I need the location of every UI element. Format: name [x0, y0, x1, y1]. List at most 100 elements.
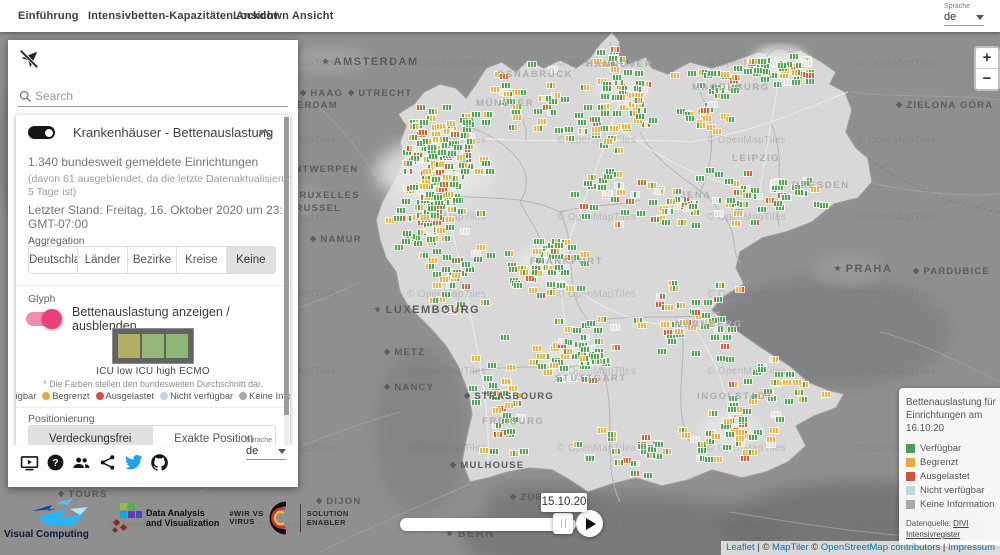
- hospital-marker[interactable]: [451, 258, 460, 263]
- hospital-marker[interactable]: [805, 72, 814, 78]
- hospital-marker[interactable]: [740, 202, 749, 208]
- hospital-marker[interactable]: [677, 108, 686, 114]
- hospital-marker[interactable]: [433, 194, 442, 200]
- hospital-marker[interactable]: [433, 282, 442, 288]
- hospital-marker[interactable]: [580, 203, 589, 209]
- video-tutorial-icon[interactable]: [20, 453, 39, 472]
- hospital-marker[interactable]: [637, 180, 646, 185]
- search-input[interactable]: [33, 88, 277, 104]
- hospital-marker[interactable]: [462, 261, 471, 267]
- hospital-marker[interactable]: [457, 154, 466, 160]
- hospital-marker[interactable]: [451, 132, 460, 138]
- hospital-marker[interactable]: [611, 196, 620, 202]
- hospital-marker[interactable]: [414, 241, 423, 247]
- hospital-marker[interactable]: [606, 168, 615, 174]
- hospital-marker[interactable]: [805, 79, 814, 85]
- hospital-marker[interactable]: [600, 110, 609, 116]
- hospital-marker[interactable]: [409, 124, 418, 130]
- hospital-marker[interactable]: [420, 252, 429, 258]
- hospital-marker[interactable]: [757, 367, 766, 373]
- hospital-marker[interactable]: [437, 296, 446, 302]
- hospital-marker[interactable]: [591, 126, 600, 132]
- hospital-marker[interactable]: [402, 238, 411, 244]
- hospital-marker[interactable]: [433, 219, 442, 225]
- hospital-marker[interactable]: [653, 454, 662, 460]
- hospital-marker[interactable]: [490, 448, 498, 454]
- hospital-marker[interactable]: [520, 449, 529, 455]
- hospital-marker[interactable]: [600, 126, 609, 132]
- hospital-marker[interactable]: [561, 269, 570, 275]
- hospital-marker[interactable]: [736, 429, 745, 435]
- hospital-marker[interactable]: [581, 346, 590, 352]
- hospital-marker[interactable]: [465, 143, 474, 149]
- nav-lockdown-ansicht[interactable]: Lockdown Ansicht: [233, 0, 334, 32]
- hospital-marker[interactable]: [655, 441, 663, 447]
- hospital-marker[interactable]: [631, 461, 640, 467]
- hospital-marker[interactable]: [402, 215, 411, 221]
- hospital-marker[interactable]: [597, 49, 606, 55]
- positioning-option-verdeckungsfrei[interactable]: Verdeckungsfrei: [28, 425, 153, 446]
- hospital-marker[interactable]: [420, 120, 429, 125]
- hospital-marker[interactable]: [466, 267, 474, 273]
- hospital-marker[interactable]: [650, 217, 659, 223]
- hospital-marker[interactable]: [440, 136, 448, 142]
- hospital-marker[interactable]: [601, 93, 610, 99]
- hospital-marker[interactable]: [612, 74, 621, 80]
- attribution-link[interactable]: Impressum: [948, 542, 995, 553]
- hospital-marker[interactable]: [578, 129, 587, 135]
- hospital-marker[interactable]: [533, 108, 542, 114]
- hospital-marker[interactable]: [749, 450, 757, 456]
- hospital-marker[interactable]: [438, 149, 447, 155]
- hospital-marker[interactable]: [461, 229, 470, 235]
- hospital-marker[interactable]: [504, 92, 512, 98]
- hospital-marker[interactable]: [586, 456, 594, 462]
- hospital-marker[interactable]: [483, 112, 492, 118]
- hospital-marker[interactable]: [608, 432, 617, 438]
- hospital-marker[interactable]: [766, 441, 775, 447]
- hospital-marker[interactable]: [785, 371, 794, 377]
- hospital-marker[interactable]: [445, 163, 454, 169]
- hospital-marker[interactable]: [506, 429, 515, 435]
- hospital-marker[interactable]: [703, 299, 712, 305]
- attribution-link[interactable]: MapTiler: [772, 542, 809, 553]
- hospital-marker[interactable]: [563, 349, 572, 355]
- intensivregister-link[interactable]: Intensivregister: [906, 530, 960, 539]
- hospital-marker[interactable]: [394, 244, 403, 250]
- hospital-marker[interactable]: [657, 349, 666, 355]
- hospital-marker[interactable]: [621, 210, 629, 215]
- hospital-marker[interactable]: [428, 206, 437, 212]
- hospital-marker[interactable]: [592, 117, 601, 123]
- hospital-marker[interactable]: [727, 197, 736, 203]
- hospital-marker[interactable]: [614, 172, 623, 178]
- hospital-marker[interactable]: [735, 441, 744, 447]
- hospital-marker[interactable]: [642, 434, 651, 440]
- hospital-marker[interactable]: [708, 71, 716, 77]
- hospital-marker[interactable]: [418, 129, 427, 135]
- hospital-marker[interactable]: [501, 335, 509, 341]
- hospital-marker[interactable]: [733, 211, 742, 217]
- hospital-marker[interactable]: [664, 305, 673, 311]
- hospital-marker[interactable]: [477, 211, 485, 217]
- hospital-marker[interactable]: [782, 79, 790, 85]
- hospital-marker[interactable]: [471, 112, 480, 118]
- hospital-marker[interactable]: [490, 86, 499, 92]
- hospital-marker[interactable]: [798, 397, 807, 403]
- hospital-marker[interactable]: [632, 98, 641, 104]
- hospital-marker[interactable]: [543, 369, 552, 375]
- hospital-marker[interactable]: [564, 326, 573, 332]
- hospital-marker[interactable]: [703, 115, 712, 121]
- hospital-marker[interactable]: [597, 104, 606, 110]
- hospital-marker[interactable]: [573, 327, 582, 333]
- hospital-marker[interactable]: [579, 355, 588, 361]
- hospital-marker[interactable]: [460, 132, 469, 138]
- hospital-marker[interactable]: [742, 409, 751, 414]
- hospital-marker[interactable]: [564, 127, 573, 133]
- hospital-marker[interactable]: [444, 191, 453, 197]
- hospital-marker[interactable]: [800, 381, 808, 387]
- hospital-marker[interactable]: [671, 73, 680, 79]
- hospital-marker[interactable]: [630, 192, 639, 198]
- hospital-marker[interactable]: [450, 181, 458, 187]
- hospital-marker[interactable]: [624, 70, 633, 76]
- hospital-marker[interactable]: [735, 436, 744, 442]
- hospital-marker[interactable]: [784, 398, 793, 404]
